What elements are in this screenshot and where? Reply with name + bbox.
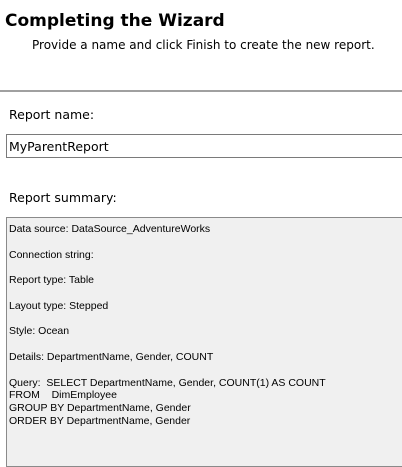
report-summary-label: Report summary: [9,190,117,205]
page-title: Completing the Wizard [5,11,225,31]
wizard-header: Completing the Wizard Provide a name and… [0,0,402,90]
report-name-label: Report name: [9,107,95,122]
report-summary-box[interactable]: Data source: DataSource_AdventureWorks C… [6,217,402,467]
header-divider [0,90,402,92]
report-name-input[interactable] [6,134,402,158]
report-summary-text: Data source: DataSource_AdventureWorks C… [9,223,326,427]
page-subtitle: Provide a name and click Finish to creat… [32,38,375,52]
